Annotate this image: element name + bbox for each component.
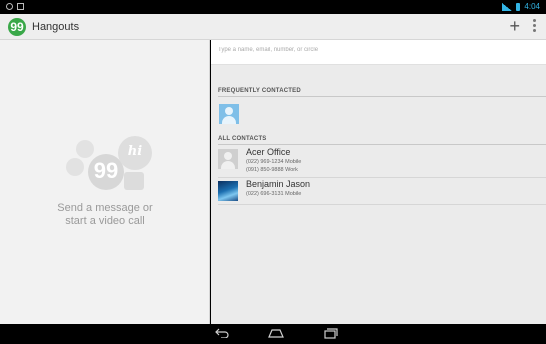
conversation-pane: 99 hi Send a message or start a video ca… [0, 40, 210, 324]
hi-glyph: hi [127, 144, 143, 159]
contacts-pane: FREQUENTLY CONTACTED ALL CONTACTS Acer O… [211, 40, 546, 324]
app-title: Hangouts [32, 21, 80, 33]
contact-row[interactable]: Benjamin Jason (022) 696-3131 Mobile [218, 178, 546, 205]
chat-bubble-icon [76, 140, 94, 158]
overflow-menu-icon[interactable] [530, 17, 538, 37]
smiley-bubble-icon [66, 158, 84, 176]
all-contacts-divider [218, 144, 546, 145]
all-contacts-header: ALL CONTACTS [218, 136, 267, 142]
frequent-contact-avatar[interactable] [219, 104, 239, 124]
frequent-header: FREQUENTLY CONTACTED [218, 88, 301, 94]
hangouts-logo-icon[interactable]: 99 [8, 18, 26, 36]
camera-icon [124, 172, 144, 190]
recent-apps-icon[interactable] [324, 328, 338, 339]
contact-phone: (022) 696-3131 Mobile [246, 191, 302, 197]
empty-state-message: Send a message or start a video call [0, 202, 210, 228]
add-button[interactable]: + [509, 16, 520, 36]
status-bar: 4:04 [0, 0, 546, 14]
navigation-bar [0, 324, 546, 344]
back-icon[interactable] [215, 328, 229, 338]
contact-avatar [218, 149, 238, 169]
frequent-divider [218, 96, 546, 97]
contact-phone: (091) 850-9888 Work [246, 167, 298, 173]
action-bar: 99 Hangouts + [0, 14, 546, 40]
contact-row[interactable]: Acer Office (022) 969-1234 Mobile (091) … [218, 146, 546, 178]
battery-icon [516, 2, 521, 11]
notification-icons [6, 3, 24, 10]
system-icons: 4:04 [502, 2, 540, 11]
screenshot-icon [17, 3, 24, 10]
wifi-icon [502, 2, 513, 11]
search-input[interactable] [218, 47, 538, 53]
empty-state-line1: Send a message or [57, 202, 153, 214]
search-bar [211, 40, 546, 65]
clock: 4:04 [524, 2, 540, 11]
contact-name: Benjamin Jason [246, 179, 311, 189]
contact-phone: (022) 969-1234 Mobile [246, 159, 302, 165]
empty-state-illustration: 99 hi [60, 132, 160, 202]
notification-icon [6, 3, 13, 10]
home-icon[interactable] [267, 328, 285, 338]
quote-glyph: 99 [93, 158, 119, 183]
empty-state-line2: start a video call [65, 215, 145, 227]
contact-name: Acer Office [246, 147, 291, 157]
contact-avatar [218, 181, 238, 201]
